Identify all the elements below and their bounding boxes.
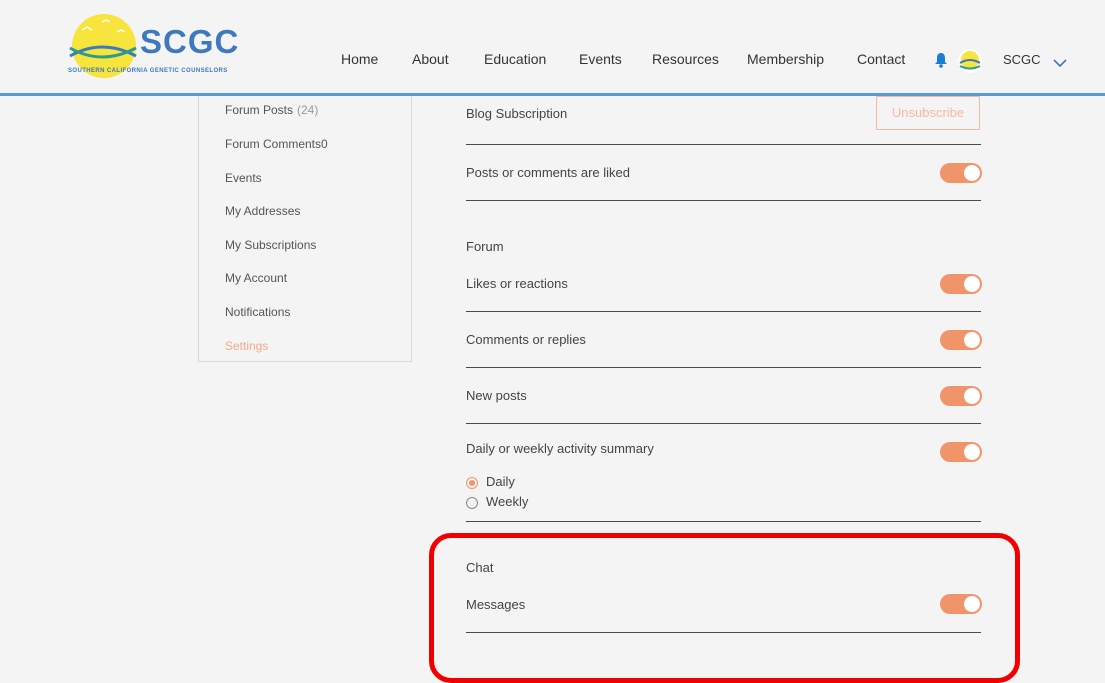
divider bbox=[466, 367, 981, 368]
toggle-knob bbox=[964, 388, 980, 404]
logo-text: SCGC bbox=[140, 23, 240, 60]
site-header: SCGC SOUTHERN CALIFORNIA GENETIC COUNSEL… bbox=[0, 0, 1105, 96]
user-avatar[interactable] bbox=[958, 49, 982, 73]
sidebar-item-notifications[interactable]: Notifications bbox=[225, 305, 290, 319]
toggle-knob bbox=[964, 444, 980, 460]
divider bbox=[466, 200, 981, 201]
nav-resources[interactable]: Resources bbox=[652, 51, 719, 67]
sidebar-item-forum-posts[interactable]: Forum Posts (24) bbox=[225, 103, 318, 117]
sidebar-item-label: Forum Posts bbox=[225, 103, 294, 117]
nav-home[interactable]: Home bbox=[341, 51, 378, 67]
nav-events[interactable]: Events bbox=[579, 51, 622, 67]
chevron-down-icon[interactable] bbox=[1053, 55, 1067, 73]
messages-toggle[interactable] bbox=[940, 594, 982, 614]
activity-summary-label: Daily or weekly activity summary bbox=[466, 441, 654, 456]
sidebar-item-settings[interactable]: Settings bbox=[225, 339, 268, 353]
comments-replies-label: Comments or replies bbox=[466, 332, 586, 347]
sidebar-item-my-subscriptions[interactable]: My Subscriptions bbox=[225, 238, 316, 252]
account-sidebar: Forum Posts (24) Forum Comments0 Events M… bbox=[198, 96, 412, 362]
radio-selected-icon bbox=[466, 476, 478, 489]
toggle-knob bbox=[964, 276, 980, 292]
radio-weekly[interactable]: Weekly bbox=[466, 494, 528, 509]
sidebar-item-my-account[interactable]: My Account bbox=[225, 271, 287, 285]
nav-membership[interactable]: Membership bbox=[747, 51, 824, 67]
nav-education[interactable]: Education bbox=[484, 51, 546, 67]
toggle-knob bbox=[964, 332, 980, 348]
likes-reactions-label: Likes or reactions bbox=[466, 276, 568, 291]
messages-label: Messages bbox=[466, 597, 526, 612]
logo-subtext: SOUTHERN CALIFORNIA GENETIC COUNSELORS bbox=[68, 68, 228, 74]
comments-replies-toggle[interactable] bbox=[940, 330, 982, 350]
likes-reactions-toggle[interactable] bbox=[940, 274, 982, 294]
chat-section-title: Chat bbox=[466, 560, 494, 575]
user-name[interactable]: SCGC bbox=[1003, 52, 1041, 67]
sidebar-item-events[interactable]: Events bbox=[225, 171, 262, 185]
divider bbox=[466, 144, 981, 145]
new-posts-label: New posts bbox=[466, 388, 527, 403]
divider bbox=[466, 632, 981, 633]
posts-liked-toggle[interactable] bbox=[940, 163, 982, 183]
blog-subscription-label: Blog Subscription bbox=[466, 106, 568, 121]
nav-contact[interactable]: Contact bbox=[857, 51, 905, 67]
radio-weekly-label: Weekly bbox=[486, 494, 529, 509]
radio-daily-label: Daily bbox=[486, 474, 515, 489]
divider bbox=[466, 521, 981, 522]
forum-section-title: Forum bbox=[466, 239, 504, 254]
activity-summary-toggle[interactable] bbox=[940, 442, 982, 462]
new-posts-toggle[interactable] bbox=[940, 386, 982, 406]
toggle-knob bbox=[964, 596, 980, 612]
radio-daily[interactable]: Daily bbox=[466, 474, 515, 489]
forum-posts-count: (24) bbox=[297, 103, 319, 117]
notifications-bell-icon[interactable] bbox=[934, 52, 948, 73]
unsubscribe-button[interactable]: Unsubscribe bbox=[876, 96, 980, 130]
divider bbox=[466, 311, 981, 312]
divider bbox=[466, 423, 981, 424]
nav-about[interactable]: About bbox=[412, 51, 449, 67]
radio-unselected-icon bbox=[466, 496, 478, 509]
toggle-knob bbox=[964, 165, 980, 181]
sidebar-item-forum-comments[interactable]: Forum Comments0 bbox=[225, 137, 328, 151]
sidebar-item-my-addresses[interactable]: My Addresses bbox=[225, 204, 300, 218]
posts-liked-label: Posts or comments are liked bbox=[466, 165, 631, 180]
